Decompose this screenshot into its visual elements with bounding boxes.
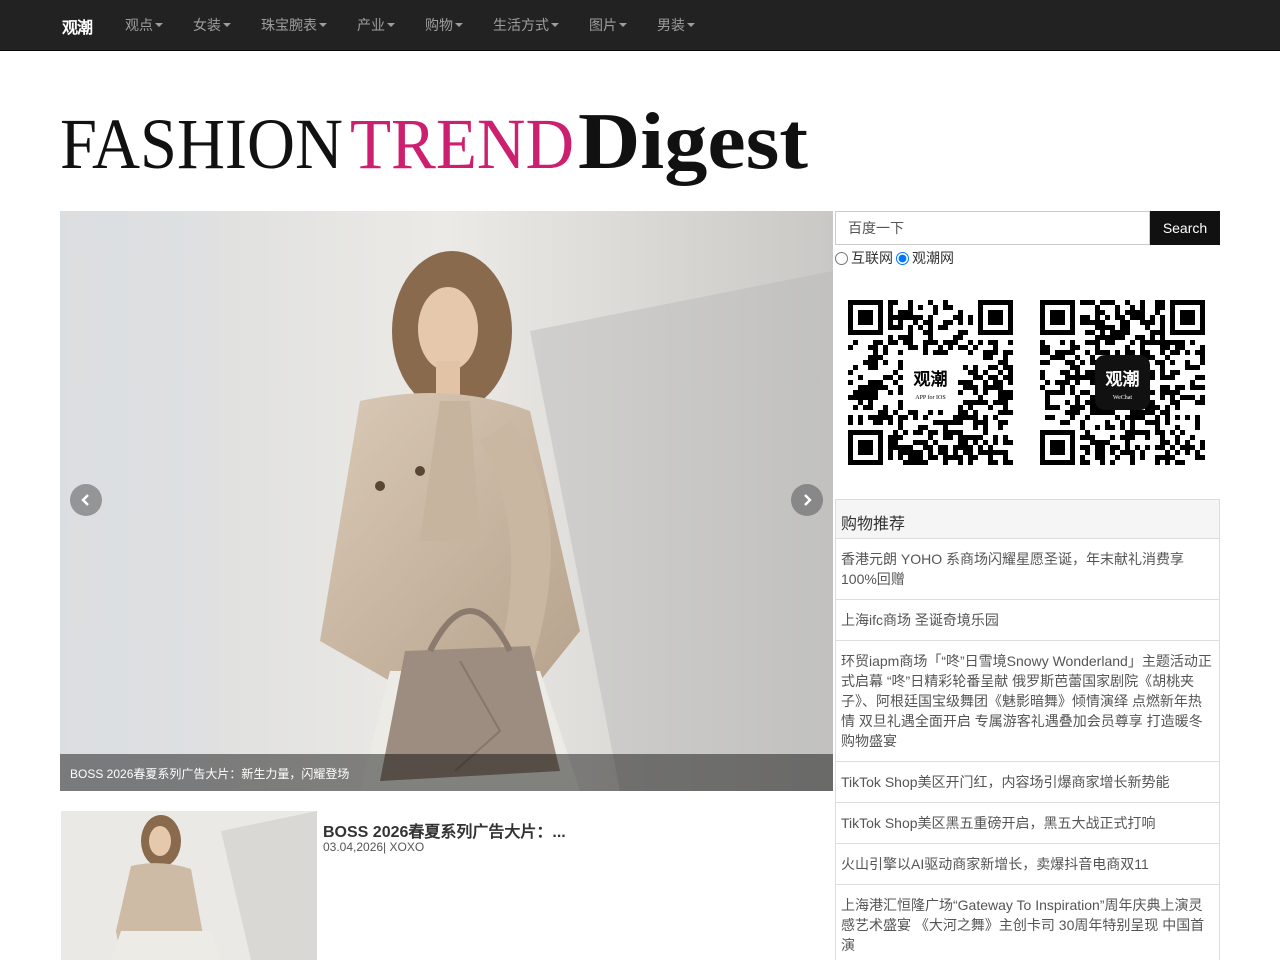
- nav-item-menswear[interactable]: 男装: [642, 0, 710, 50]
- top-navbar: 观潮 观点 女装 珠宝腕表 产业 购物 生活方式 图片 男装: [0, 0, 1280, 51]
- nav-item-label: 购物: [425, 17, 453, 33]
- nav-item-pictures[interactable]: 图片: [574, 0, 642, 50]
- nav-item-shopping[interactable]: 购物: [410, 0, 478, 50]
- nav-item-viewpoint[interactable]: 观点: [110, 0, 178, 50]
- qr-logo-subtitle: WeChat: [1113, 395, 1133, 401]
- radio-guanchao-label[interactable]: 观潮网: [912, 248, 954, 268]
- carousel-caption[interactable]: BOSS 2026春夏系列广告大片：新生力量，闪耀登场: [60, 754, 833, 791]
- radio-internet[interactable]: [835, 251, 848, 265]
- shopping-recommendations-panel: 购物推荐 香港元朗 YOHO 系商场闪耀星愿圣诞，年末献礼消费享100%回赠 上…: [835, 499, 1220, 960]
- article-title[interactable]: BOSS 2026春夏系列广告大片：...: [323, 818, 566, 842]
- nav-item-label: 珠宝腕表: [261, 17, 317, 33]
- caret-down-icon: [319, 23, 327, 27]
- caret-down-icon: [223, 23, 231, 27]
- caret-down-icon: [687, 23, 695, 27]
- caret-down-icon: [551, 23, 559, 27]
- nav-item-label: 观点: [125, 17, 153, 33]
- qr-logo-subtitle: APP for IOS: [915, 394, 945, 401]
- caret-down-icon: [155, 23, 163, 27]
- radio-guanchao[interactable]: [896, 251, 909, 265]
- article-thumbnail[interactable]: [61, 811, 317, 960]
- search-input[interactable]: [835, 211, 1150, 245]
- list-item[interactable]: TikTok Shop美区黑五重磅开启，黑五大战正式打响: [836, 803, 1219, 844]
- list-item[interactable]: TikTok Shop美区开门红，内容场引爆商家增长新势能: [836, 762, 1219, 803]
- nav-item-label: 男装: [657, 17, 685, 33]
- list-item[interactable]: 香港元朗 YOHO 系商场闪耀星愿圣诞，年末献礼消费享100%回赠: [836, 539, 1219, 600]
- qr-logo-text: 观潮: [1105, 369, 1140, 390]
- list-item[interactable]: 火山引擎以AI驱动商家新增长，卖爆抖音电商双11: [836, 844, 1219, 885]
- nav-item-label: 生活方式: [493, 17, 549, 33]
- nav-item-label: 女装: [193, 17, 221, 33]
- search-button[interactable]: Search: [1150, 211, 1220, 245]
- article-meta: 03.04,2026| XOXO: [323, 840, 425, 854]
- caret-down-icon: [619, 23, 627, 27]
- nav-item-label: 图片: [589, 17, 617, 33]
- nav-item-jewelry-watches[interactable]: 珠宝腕表: [246, 0, 342, 50]
- article-thumbnail-image: [61, 811, 317, 960]
- chevron-right-icon: [804, 494, 812, 506]
- chevron-left-icon: [81, 494, 89, 506]
- hero-carousel[interactable]: BOSS 2026春夏系列广告大片：新生力量，闪耀登场: [60, 211, 833, 791]
- masthead-logo[interactable]: FASHION TREND Digest: [60, 98, 820, 193]
- radio-internet-label[interactable]: 互联网: [851, 248, 893, 268]
- list-item[interactable]: 上海ifc商场 圣诞奇境乐园: [836, 600, 1219, 641]
- caret-down-icon: [387, 23, 395, 27]
- masthead-word-trend: TREND: [350, 104, 574, 184]
- qr-logo-text: 观潮: [913, 369, 948, 390]
- nav-item-womenswear[interactable]: 女装: [178, 0, 246, 50]
- carousel-next-button[interactable]: [791, 484, 823, 516]
- qr-code-ios-app: 观潮 APP for IOS: [848, 300, 1013, 465]
- nav-logo[interactable]: 观潮: [62, 13, 93, 39]
- masthead-word-fashion: FASHION: [60, 104, 343, 184]
- caret-down-icon: [455, 23, 463, 27]
- nav-menu: 观点 女装 珠宝腕表 产业 购物 生活方式 图片 男装: [110, 0, 710, 50]
- search-scope-options: 互联网 观潮网: [835, 248, 957, 268]
- masthead-word-digest: Digest: [578, 98, 808, 186]
- article-item: BOSS 2026春夏系列广告大片：... 03.04,2026| XOXO: [61, 811, 833, 960]
- nav-item-industry[interactable]: 产业: [342, 0, 410, 50]
- hero-image[interactable]: [60, 211, 833, 791]
- nav-logo-text: 观潮: [62, 18, 93, 37]
- list-item[interactable]: 环贸iapm商场「“咚”日雪境Snowy Wonderland」主题活动正式启幕…: [836, 641, 1219, 762]
- panel-heading: 购物推荐: [836, 500, 1219, 539]
- list-item[interactable]: 上海港汇恒隆广场“Gateway To Inspiration”周年庆典上演灵感…: [836, 885, 1219, 960]
- masthead-wordmark: FASHION TREND Digest: [60, 98, 808, 186]
- carousel-prev-button[interactable]: [70, 484, 102, 516]
- nav-item-label: 产业: [357, 17, 385, 33]
- qr-code-wechat: 观潮 WeChat: [1040, 300, 1205, 465]
- nav-item-lifestyle[interactable]: 生活方式: [478, 0, 574, 50]
